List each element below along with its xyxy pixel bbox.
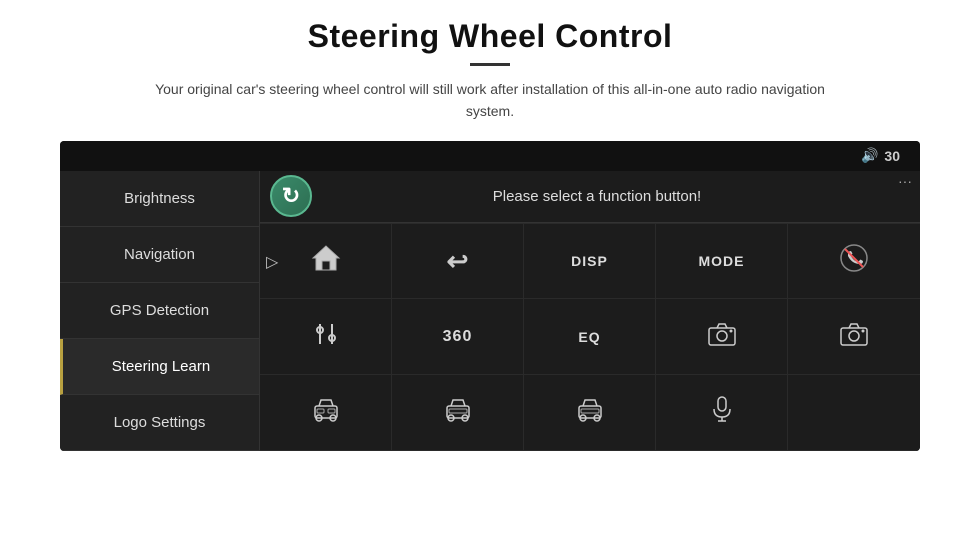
tune-icon <box>313 320 339 354</box>
screen-container: 🔊 30 Brightness Navigation GPS Detection… <box>60 141 920 451</box>
camera2-icon <box>839 321 869 353</box>
mode-label: MODE <box>699 253 745 269</box>
func-mic[interactable] <box>656 375 788 451</box>
volume-icon: 🔊 <box>861 147 878 164</box>
sidebar-item-brightness[interactable]: Brightness <box>60 171 259 227</box>
func-disp[interactable]: DISP <box>524 224 656 300</box>
function-grid: ▷ ↩ DISP MODE <box>260 223 920 451</box>
sidebar-item-navigation[interactable]: Navigation <box>60 227 259 283</box>
screen-topbar: 🔊 30 <box>60 141 920 171</box>
func-back[interactable]: ↩ <box>392 224 524 300</box>
eq-label: EQ <box>578 329 600 345</box>
func-camera2[interactable] <box>788 299 920 375</box>
page-container: Steering Wheel Control Your original car… <box>0 0 980 544</box>
screen-main: Brightness Navigation GPS Detection Stee… <box>60 171 920 451</box>
back-icon: ↩ <box>447 246 469 277</box>
func-home[interactable]: ▷ <box>260 224 392 300</box>
disp-label: DISP <box>571 253 608 269</box>
right-header: ↻ Please select a function button! ··· <box>260 171 920 223</box>
sidebar-menu: Brightness Navigation GPS Detection Stee… <box>60 171 260 451</box>
sidebar-item-gps-detection[interactable]: GPS Detection <box>60 283 259 339</box>
func-empty <box>788 375 920 451</box>
car-rear-left-icon <box>443 396 473 428</box>
screen-right: ↻ Please select a function button! ··· <box>260 171 920 451</box>
func-car-front[interactable] <box>260 375 392 451</box>
func-camera1[interactable] <box>656 299 788 375</box>
func-car-rear-right[interactable] <box>524 375 656 451</box>
func-tune[interactable] <box>260 299 392 375</box>
mic-icon <box>710 395 734 429</box>
car-rear-right-icon <box>575 396 605 428</box>
top-right-area: ··· <box>898 173 912 189</box>
volume-value: 30 <box>884 148 900 164</box>
header-message: Please select a function button! <box>324 188 910 205</box>
cursor-arrow: ▷ <box>266 252 278 272</box>
refresh-button[interactable]: ↻ <box>270 175 312 217</box>
func-eq[interactable]: EQ <box>524 299 656 375</box>
title-divider <box>470 63 510 66</box>
func-mute-call[interactable] <box>788 224 920 300</box>
home-icon <box>311 244 341 279</box>
sidebar-item-steering-learn[interactable]: Steering Learn <box>60 339 259 395</box>
func-mode[interactable]: MODE <box>656 224 788 300</box>
360-label: 360 <box>443 328 473 346</box>
camera1-icon <box>707 321 737 353</box>
func-car-rear-left[interactable] <box>392 375 524 451</box>
func-360[interactable]: 360 <box>392 299 524 375</box>
mute-call-icon <box>840 244 868 278</box>
page-subtitle: Your original car's steering wheel contr… <box>140 78 840 123</box>
sidebar-item-logo-settings[interactable]: Logo Settings <box>60 395 259 451</box>
page-title: Steering Wheel Control <box>308 18 673 55</box>
car-front-icon <box>311 396 341 428</box>
